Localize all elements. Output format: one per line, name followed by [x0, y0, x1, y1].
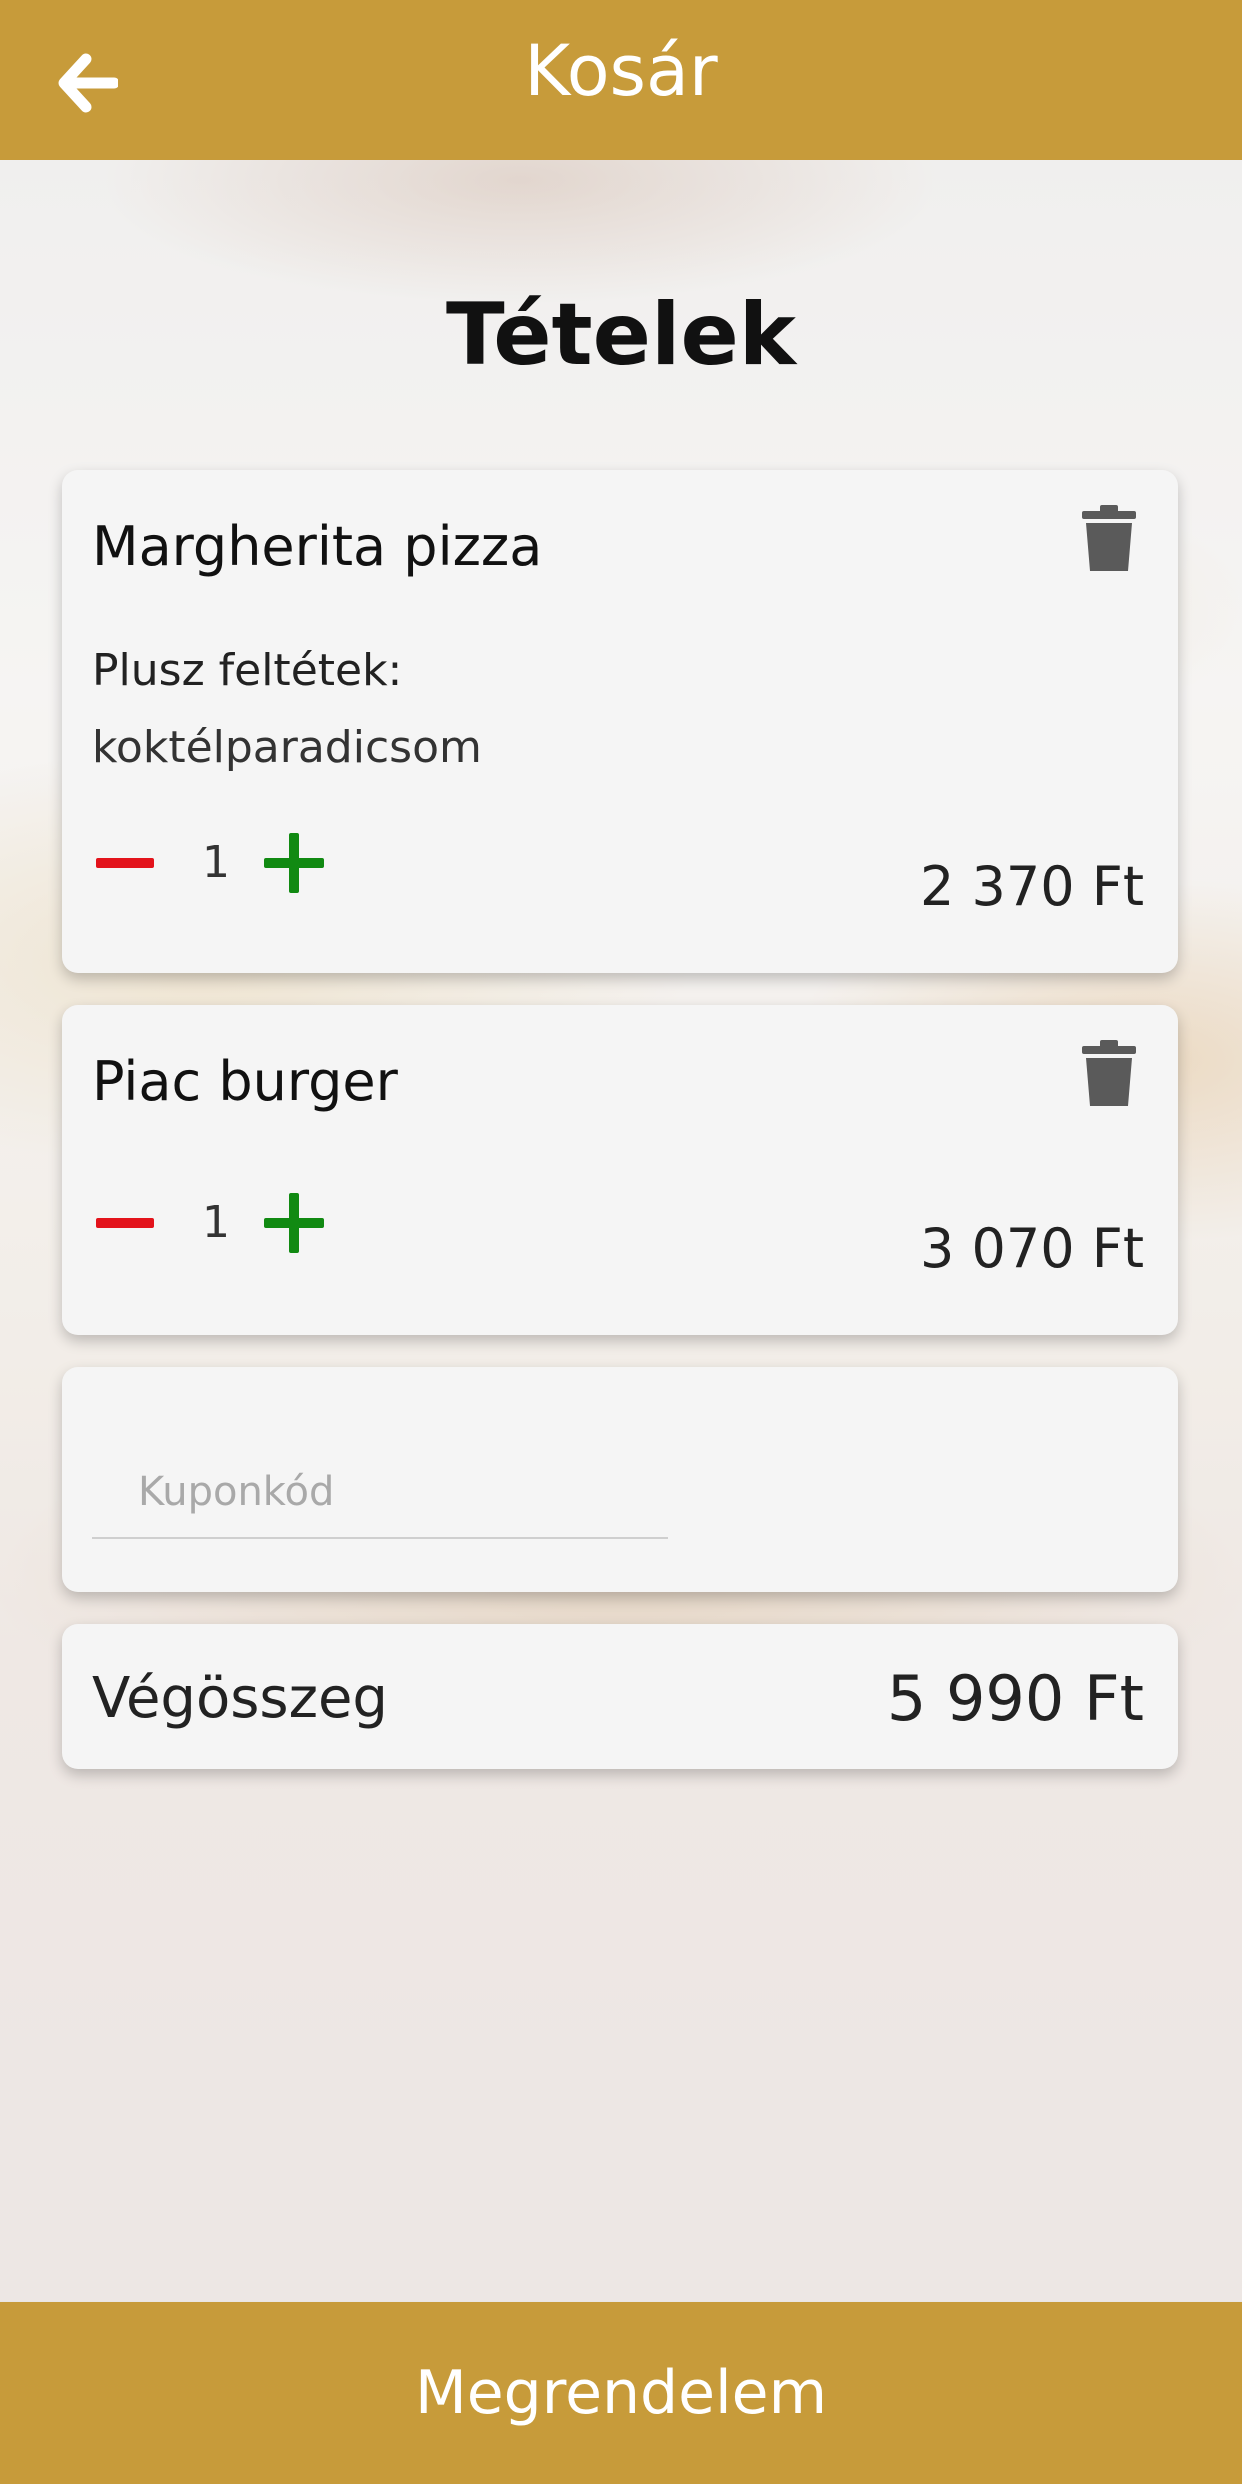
cart-item-card: Margherita pizza Plusz feltétek: koktélp…: [62, 470, 1178, 973]
extras-label: Plusz feltétek:: [92, 645, 403, 696]
coupon-card: [62, 1367, 1178, 1592]
quantity-stepper: 1: [92, 1189, 392, 1259]
item-price: 3 070 Ft: [920, 1217, 1144, 1280]
decrease-quantity-button[interactable]: [92, 829, 164, 899]
increase-quantity-button[interactable]: [262, 1189, 334, 1259]
quantity-value: 1: [202, 1197, 230, 1248]
item-name: Margherita pizza: [92, 515, 543, 578]
increase-quantity-button[interactable]: [262, 829, 334, 899]
total-label: Végösszeg: [92, 1666, 388, 1731]
extras-value: koktélparadicsom: [92, 722, 482, 773]
quantity-value: 1: [202, 837, 230, 888]
trash-icon[interactable]: [1080, 1040, 1138, 1108]
total-value: 5 990 Ft: [886, 1662, 1144, 1735]
item-price: 2 370 Ft: [920, 855, 1144, 918]
section-title: Tételek: [445, 285, 796, 385]
quantity-stepper: 1: [92, 829, 392, 899]
coupon-code-input[interactable]: [92, 1447, 668, 1539]
place-order-button[interactable]: Megrendelem: [0, 2302, 1242, 2484]
item-name: Piac burger: [92, 1050, 398, 1113]
total-card: Végösszeg 5 990 Ft: [62, 1624, 1178, 1769]
top-app-bar: Kosár: [0, 0, 1242, 160]
trash-icon[interactable]: [1080, 505, 1138, 573]
decrease-quantity-button[interactable]: [92, 1189, 164, 1259]
page-title: Kosár: [524, 30, 718, 112]
cart-item-card: Piac burger 1 3 070 Ft: [62, 1005, 1178, 1335]
